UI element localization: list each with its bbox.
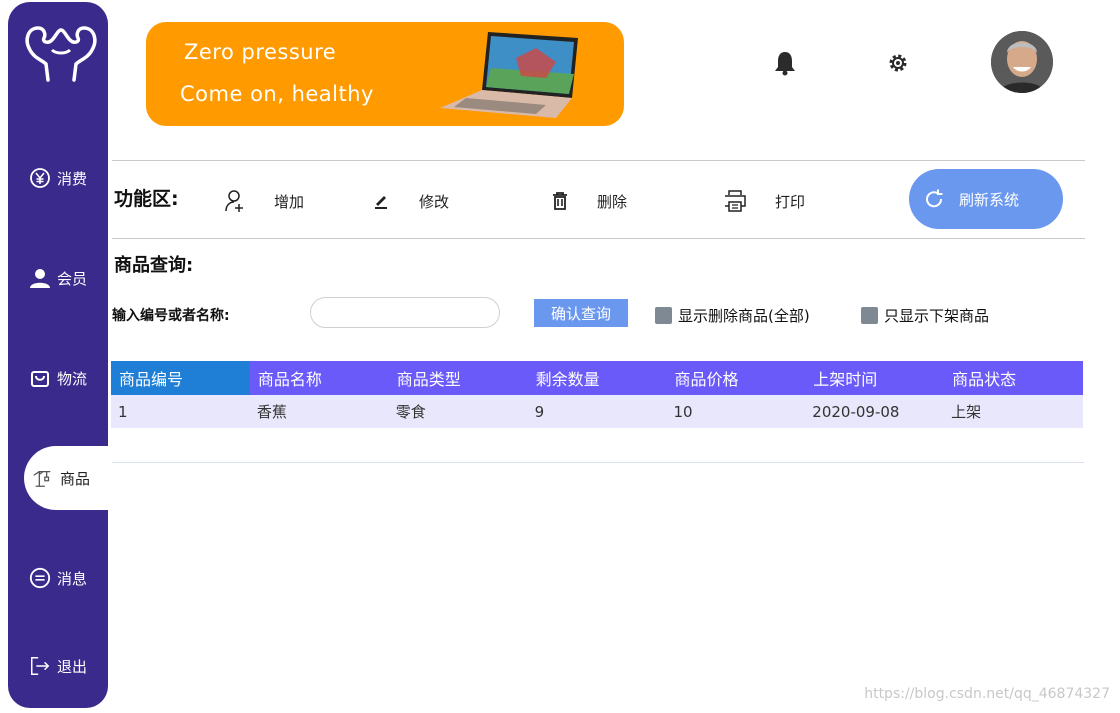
table-row[interactable]: 1 香蕉 零食 9 10 2020-09-08 上架 [111, 395, 1083, 428]
add-label: 增加 [274, 192, 305, 211]
sidebar-item-label: 商品 [60, 469, 91, 488]
cell-price: 10 [673, 402, 693, 421]
checkbox-box[interactable] [861, 307, 878, 324]
column-header[interactable]: 商品类型 [389, 361, 528, 395]
promo-banner: Zero pressure Come on, healthy [146, 22, 624, 126]
divider [112, 238, 1085, 239]
divider [112, 160, 1085, 161]
column-header[interactable]: 商品名称 [250, 361, 389, 395]
query-title: 商品查询: [114, 255, 194, 276]
avatar[interactable] [991, 31, 1053, 93]
checkbox-label: 显示删除商品(全部) [678, 307, 810, 325]
yen-circle-icon [29, 167, 51, 189]
refresh-system-button[interactable]: 刷新系统 [909, 169, 1063, 229]
sidebar-item-consume[interactable]: 消费 [8, 158, 108, 198]
show-deleted-checkbox[interactable]: 显示删除商品(全部) [655, 305, 810, 326]
edit-button[interactable]: 修改 [368, 188, 449, 214]
column-header[interactable]: 商品状态 [944, 361, 1083, 395]
trash-icon [547, 188, 573, 214]
toolbar-title: 功能区: [114, 188, 179, 210]
print-button[interactable]: 打印 [722, 188, 805, 214]
sidebar-item-member[interactable]: 会员 [8, 258, 108, 298]
printer-icon [722, 188, 748, 214]
sidebar-item-label: 物流 [56, 369, 87, 388]
column-header[interactable]: 商品价格 [666, 361, 805, 395]
sidebar-item-logistics[interactable]: 物流 [8, 358, 108, 398]
user-icon [29, 267, 51, 289]
cell-status: 上架 [951, 403, 982, 421]
laptop-image [440, 32, 578, 118]
goods-table: 商品编号 商品名称 商品类型 剩余数量 商品价格 上架时间 商品状态 1 香蕉 … [111, 361, 1083, 428]
sidebar-item-goods[interactable]: 商品 [24, 446, 116, 510]
add-user-icon [222, 188, 248, 214]
gear-icon[interactable] [885, 50, 911, 76]
checkbox-box[interactable] [655, 307, 672, 324]
sidebar-item-message[interactable]: 消息 [8, 558, 108, 598]
table-bottom-divider [112, 462, 1084, 463]
column-header[interactable]: 商品编号 [111, 361, 250, 395]
cell-id: 1 [118, 402, 128, 421]
edit-label: 修改 [419, 192, 450, 211]
muscle-logo-icon [25, 26, 97, 82]
sidebar-item-logout[interactable]: 退出 [8, 646, 108, 686]
offshelf-only-checkbox[interactable]: 只显示下架商品 [861, 305, 989, 326]
sidebar-item-label: 退出 [56, 657, 87, 676]
sidebar-item-label: 会员 [56, 269, 87, 288]
message-icon [29, 567, 51, 589]
refresh-label: 刷新系统 [959, 190, 1020, 209]
cell-date: 2020-09-08 [812, 402, 900, 421]
banner-line-1: Zero pressure [184, 40, 337, 64]
cell-type: 零食 [395, 403, 426, 421]
cell-name: 香蕉 [256, 403, 287, 421]
delete-button[interactable]: 删除 [547, 188, 627, 214]
column-header[interactable]: 上架时间 [805, 361, 944, 395]
sidebar-item-label: 消费 [56, 169, 87, 188]
delete-label: 删除 [597, 192, 628, 211]
logout-icon [29, 655, 51, 677]
query-label: 输入编号或者名称: [112, 308, 230, 324]
add-button[interactable]: 增加 [222, 188, 304, 214]
print-label: 打印 [775, 192, 806, 211]
cell-quantity: 9 [534, 402, 545, 421]
crane-icon [32, 467, 54, 489]
search-input[interactable] [310, 297, 500, 328]
table-header: 商品编号 商品名称 商品类型 剩余数量 商品价格 上架时间 商品状态 [111, 361, 1083, 395]
column-header[interactable]: 剩余数量 [528, 361, 667, 395]
checkbox-label: 只显示下架商品 [884, 307, 990, 325]
sidebar-item-label: 消息 [56, 569, 87, 588]
watermark: https://blog.csdn.net/qq_46874327 [864, 686, 1110, 702]
sidebar: 消费 会员 物流 商品 消息 退出 [8, 2, 116, 708]
refresh-icon [923, 188, 945, 210]
banner-line-2: Come on, healthy [180, 82, 374, 106]
bag-icon [29, 367, 51, 389]
page: 消费 会员 物流 商品 消息 退出 Zero pressure Come on,… [0, 0, 1120, 713]
pen-icon [368, 188, 394, 214]
bell-icon[interactable] [772, 50, 798, 76]
confirm-query-button[interactable]: 确认查询 [534, 299, 628, 327]
